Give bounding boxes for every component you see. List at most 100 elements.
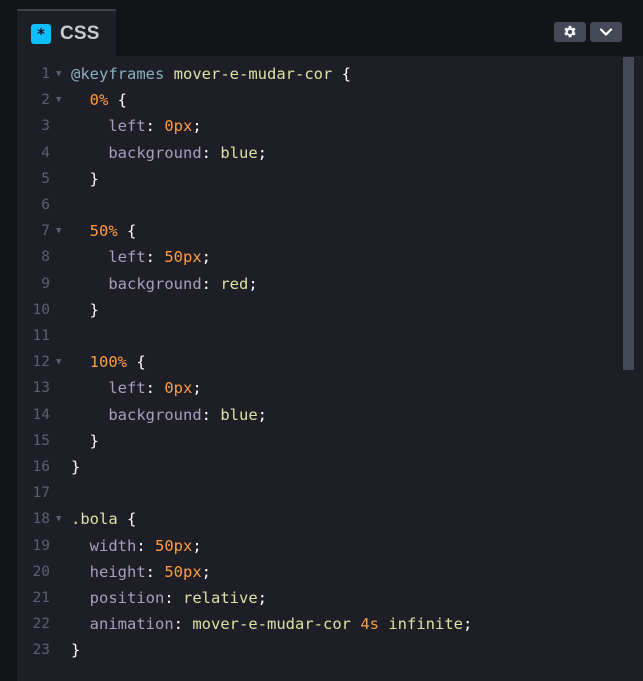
code-line[interactable]: 20 height: 50px; [17, 559, 617, 585]
line-number: 17 [32, 485, 50, 502]
code-line[interactable]: 17 [17, 480, 617, 506]
code-token: { [117, 510, 137, 529]
code-text: } [71, 166, 99, 192]
code-line[interactable]: 15 } [17, 428, 617, 454]
collapse-button[interactable] [590, 22, 622, 42]
fold-arrow-icon[interactable]: ▼ [56, 87, 61, 113]
fold-arrow-icon[interactable]: ▼ [56, 506, 61, 532]
code-token: height [89, 562, 146, 581]
code-token: .bola [71, 510, 118, 529]
line-number: 9 [41, 275, 50, 292]
line-number: 3 [41, 118, 50, 135]
code-token: ; [257, 405, 267, 424]
line-number: 12 [32, 354, 50, 371]
fold-arrow-icon[interactable]: ▼ [56, 61, 61, 87]
code-line[interactable]: 21 position: relative; [17, 585, 617, 611]
code-line[interactable]: 13 left: 0px; [17, 375, 617, 401]
code-token: ; [192, 379, 202, 398]
line-number: 7 [41, 223, 50, 240]
code-line[interactable]: 3 left: 0px; [17, 113, 617, 139]
code-text: height: 50px; [71, 559, 211, 585]
code-line[interactable]: 5 } [17, 166, 617, 192]
code-text: } [71, 428, 99, 454]
code-line[interactable]: 9 background: red; [17, 271, 617, 297]
fold-arrow-icon[interactable]: ▼ [56, 349, 61, 375]
css-editor-panel: * CSS 1 ▼ @keyframes mover-e-mudar-cor {2 ▼… [0, 0, 643, 681]
tab-label: CSS [60, 22, 100, 44]
code-token: } [71, 458, 81, 476]
tab-css[interactable]: * CSS [17, 9, 116, 56]
code-text: 100% { [71, 349, 146, 375]
code-token: 100% [89, 353, 127, 372]
code-line[interactable]: 12 ▼ 100% { [17, 349, 617, 375]
line-number: 1 [41, 66, 50, 82]
code-token: left [108, 117, 146, 136]
code-line[interactable]: 7 ▼ 50% { [17, 218, 617, 244]
code-text: @keyframes mover-e-mudar-cor { [71, 61, 351, 87]
code-text: background: blue; [71, 140, 267, 166]
code-line[interactable]: 11 [17, 323, 617, 349]
code-text: background: blue; [71, 402, 267, 428]
code-line[interactable]: 2 ▼ 0% { [17, 87, 617, 113]
code-text: left: 0px; [71, 375, 202, 401]
code-text: left: 0px; [71, 113, 201, 139]
code-token: 50px [155, 536, 193, 555]
code-line[interactable]: 8 left: 50px; [17, 244, 617, 270]
code-token: : [145, 562, 165, 581]
code-token: : [201, 405, 221, 424]
left-border [0, 9, 17, 681]
code-token: : [164, 589, 183, 607]
chevron-down-icon [599, 28, 613, 36]
code-line[interactable]: 18 ▼ .bola { [17, 506, 617, 532]
code-token: background [108, 274, 202, 293]
code-text: animation: mover-e-mudar-cor 4s infinite… [71, 611, 473, 637]
code-line[interactable]: 10 } [17, 297, 617, 323]
code-token: mover-e-mudar-cor [173, 65, 333, 83]
code-text: position: relative; [71, 585, 267, 611]
line-number: 10 [32, 301, 50, 318]
code-line[interactable]: 1 ▼ @keyframes mover-e-mudar-cor { [17, 61, 617, 87]
line-number: 13 [32, 380, 50, 397]
code-token: { [332, 65, 351, 83]
line-number: 18 [32, 511, 50, 528]
code-text: } [71, 637, 80, 663]
vertical-scrollbar[interactable] [623, 57, 634, 370]
code-token: { [117, 222, 137, 241]
line-number: 8 [41, 249, 50, 266]
fold-arrow-icon[interactable]: ▼ [56, 218, 61, 244]
code-line[interactable]: 6 [17, 192, 617, 218]
code-line[interactable]: 23} [17, 637, 617, 663]
code-token: 4s [360, 615, 379, 634]
css-icon: * [31, 23, 51, 44]
code-token: { [108, 91, 128, 110]
code-token: ; [201, 248, 211, 267]
line-number: 19 [32, 537, 50, 554]
settings-button[interactable] [554, 22, 586, 42]
code-line[interactable]: 19 width: 50px; [17, 533, 617, 559]
code-line[interactable]: 22 animation: mover-e-mudar-cor 4s infin… [17, 611, 617, 637]
line-number: 11 [32, 328, 50, 344]
code-token: width [89, 536, 137, 555]
code-editor[interactable]: 1 ▼ @keyframes mover-e-mudar-cor {2 ▼ 0% {3… [17, 56, 643, 681]
code-token: 0% [89, 91, 109, 110]
code-token: : [136, 536, 156, 555]
code-token: ; [257, 589, 267, 607]
code-token: } [89, 169, 100, 188]
code-token: @keyframes [71, 65, 165, 83]
line-number: 5 [41, 170, 50, 187]
code-token: blue [220, 405, 258, 424]
code-text: width: 50px; [71, 533, 202, 559]
code-line[interactable]: 4 background: blue; [17, 140, 617, 166]
code-token: background [108, 405, 202, 424]
code-token: left [108, 248, 146, 267]
code-line[interactable]: 14 background: blue; [17, 402, 617, 428]
code-line[interactable]: 16} [17, 454, 617, 480]
line-number: 23 [32, 642, 50, 659]
top-border [0, 0, 643, 9]
line-number: 6 [41, 197, 50, 213]
code-token: } [89, 431, 100, 450]
code-token: blue [220, 143, 258, 162]
code-token: 0px [164, 117, 193, 136]
